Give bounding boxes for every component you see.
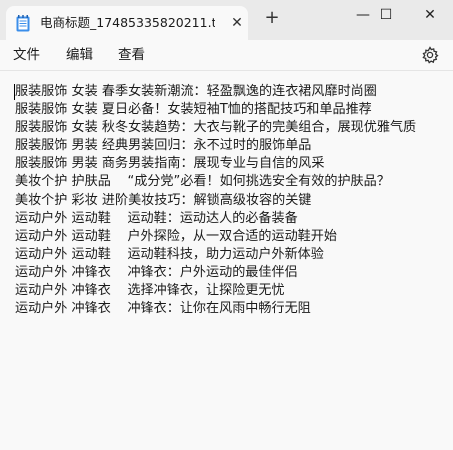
title-bar: 电商标题_17485335820211.txt ✕ + — ☐ ✕ [0,0,453,40]
text-line: 运动户外 运动鞋 运动鞋科技，助力运动户外新体验 [15,246,324,262]
text-line: 服装服饰 女装 秋冬女装趋势：大衣与靴子的完美组合，展现优雅气质 [15,120,417,136]
text-line: 运动户外 冲锋衣 冲锋衣：让你在风雨中畅行无阻 [15,301,311,317]
menu-bar: 文件 编辑 查看 [0,40,453,70]
text-line: 服装服饰 男装 经典男装回归：永不过时的服饰单品 [15,138,312,154]
text-line: 服装服饰 男装 商务男装指南：展现专业与自信的风采 [15,156,325,172]
text-line: 美妆个护 彩妆 进阶美妆技巧：解锁高级妆容的关键 [15,192,312,208]
text-line: 运动户外 运动鞋 户外探险，从一双合适的运动鞋开始 [15,228,337,244]
menu-view[interactable]: 查看 [118,45,145,65]
text-line: 运动户外 冲锋衣 选择冲锋衣，让探险更无忧 [15,283,285,299]
text-content: 服装服饰 女装 春季女装新潮流：轻盈飘逸的连衣裙风靡时尚圈 服装服饰 女装 夏日… [15,83,447,318]
text-line: 美妆个护 护肤品 “成分党”必看！如何挑选安全有效的护肤品？ [15,174,390,190]
gear-icon[interactable] [420,45,440,65]
close-window-button[interactable]: ✕ [407,0,453,32]
text-line: 服装服饰 女装 春季女装新潮流：轻盈飘逸的连衣裙风靡时尚圈 [15,84,377,99]
file-tab[interactable]: 电商标题_17485335820211.txt ✕ [6,6,248,40]
text-line: 运动户外 运动鞋 运动鞋：运动达人的必备装备 [15,210,298,226]
tab-title: 电商标题_17485335820211.txt [40,15,215,30]
new-tab-button[interactable]: + [262,8,282,28]
text-line: 运动户外 冲锋衣 冲锋衣：户外运动的最佳伴侣 [15,264,298,280]
tab-close-button[interactable]: ✕ [228,14,246,32]
text-line: 服装服饰 女装 夏日必备！女装短袖T恤的搭配技巧和单品推荐 [15,102,372,118]
notepad-document-icon [16,15,30,32]
maximize-button[interactable]: ☐ [363,0,409,32]
menu-edit[interactable]: 编辑 [66,45,93,65]
menu-file[interactable]: 文件 [13,45,40,65]
text-editor[interactable]: 服装服饰 女装 春季女装新潮流：轻盈飘逸的连衣裙风靡时尚圈 服装服饰 女装 夏日… [0,70,453,450]
